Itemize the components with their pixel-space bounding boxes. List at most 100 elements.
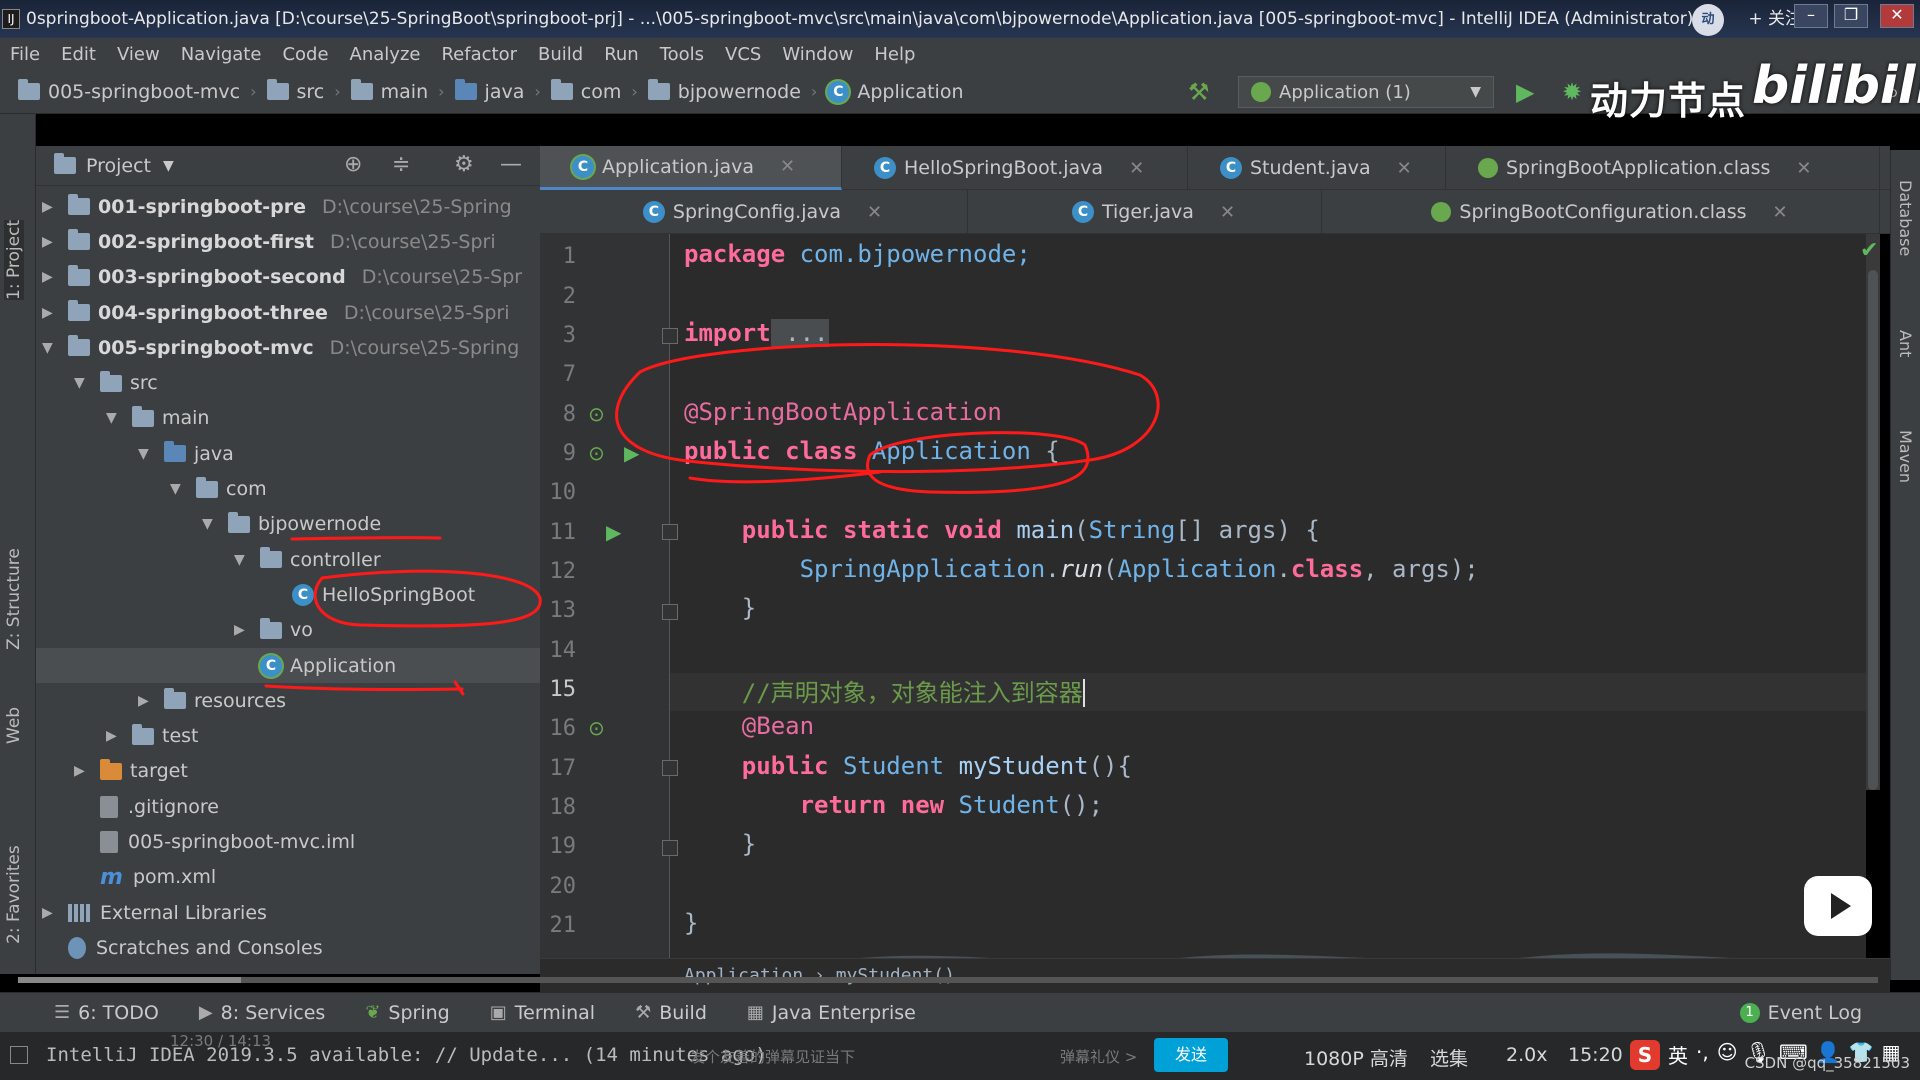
ime-logo[interactable]: S bbox=[1630, 1040, 1660, 1070]
debug-icon[interactable]: ✹ bbox=[1562, 78, 1582, 106]
gear-icon[interactable]: ⚙ bbox=[454, 152, 474, 177]
minimize-button[interactable]: – bbox=[1794, 4, 1828, 28]
tree-item[interactable]: m pom.xml bbox=[36, 860, 540, 895]
menu-edit[interactable]: Edit bbox=[61, 44, 96, 65]
code-editor[interactable] bbox=[670, 234, 1866, 958]
tree-item[interactable]: ▶ vo bbox=[36, 613, 540, 648]
tab-hellospringboot-java[interactable]: C HelloSpringBoot.java ✕ bbox=[842, 146, 1188, 190]
tool-tab-maven[interactable]: Maven bbox=[1896, 430, 1915, 483]
tool-tab-structure[interactable]: Z: Structure bbox=[4, 548, 24, 650]
run-icon[interactable]: ▶ bbox=[606, 520, 621, 544]
spring-bean-icon[interactable]: ⊙ bbox=[588, 441, 605, 465]
tool-tab-ant[interactable]: Ant bbox=[1896, 330, 1915, 357]
danmaku-input[interactable]: 发个友善的弹幕见证当下 bbox=[690, 1046, 855, 1067]
tree-item[interactable]: ▼ controller bbox=[36, 542, 540, 577]
menu-window[interactable]: Window bbox=[782, 44, 853, 65]
menu-tools[interactable]: Tools bbox=[660, 44, 704, 65]
tree-item[interactable]: ▶ 001-springboot-pre D:\course\25-Spring bbox=[36, 189, 540, 224]
menu-code[interactable]: Code bbox=[282, 44, 328, 65]
tree-item[interactable]: ▶ 003-springboot-second D:\course\25-Spr bbox=[36, 260, 540, 295]
tool-spring[interactable]: ❦ Spring bbox=[365, 1002, 449, 1024]
tree-item[interactable]: 005-springboot-mvc.iml bbox=[36, 824, 540, 859]
tool-terminal[interactable]: ▣ Terminal bbox=[490, 1002, 595, 1024]
tree-item[interactable]: ▼ bjpowernode bbox=[36, 507, 540, 542]
tool-tab-favorites[interactable]: 2: Favorites bbox=[4, 845, 24, 944]
tool-services[interactable]: ▶ 8: Services bbox=[199, 1002, 326, 1024]
fold-collapse-icon[interactable] bbox=[662, 524, 678, 540]
tree-item[interactable]: ▼ src bbox=[36, 365, 540, 400]
menu-analyze[interactable]: Analyze bbox=[350, 44, 421, 65]
tab-springconfig-java[interactable]: C SpringConfig.java ✕ bbox=[540, 190, 968, 234]
send-danmaku-button[interactable]: 发送 bbox=[1154, 1038, 1228, 1072]
emoji-icon[interactable]: ☺ bbox=[1717, 1040, 1738, 1070]
tree-item[interactable]: .gitignore bbox=[36, 789, 540, 824]
run-configuration-select[interactable]: Application (1) ▼ bbox=[1238, 76, 1494, 108]
tool-event-log[interactable]: 1 Event Log bbox=[1739, 993, 1862, 1033]
tool-tab-web[interactable]: Web bbox=[4, 707, 24, 744]
fold-collapse-icon[interactable] bbox=[662, 760, 678, 776]
tab-tiger-java[interactable]: C Tiger.java ✕ bbox=[968, 190, 1322, 234]
tree-item[interactable]: ▼ java bbox=[36, 436, 540, 471]
episodes-button[interactable]: 选集 bbox=[1430, 1044, 1468, 1071]
run-icon[interactable]: ▶ bbox=[624, 441, 639, 465]
close-window-button[interactable]: ✕ bbox=[1880, 4, 1914, 28]
editor-scrollbar-thumb[interactable] bbox=[1868, 270, 1878, 790]
menu-file[interactable]: File bbox=[10, 44, 40, 65]
menu-refactor[interactable]: Refactor bbox=[441, 44, 517, 65]
tree-item[interactable]: ▼ main bbox=[36, 401, 540, 436]
chevron-down-icon[interactable]: ▼ bbox=[163, 158, 174, 174]
maximize-button[interactable]: ❐ bbox=[1834, 4, 1868, 28]
tree-item[interactable]: ▶ 004-springboot-three D:\course\25-Spri bbox=[36, 295, 540, 330]
tree-item[interactable]: ▼ com bbox=[36, 471, 540, 506]
tree-item[interactable]: ▼ 005-springboot-mvc D:\course\25-Spring bbox=[36, 330, 540, 365]
tree-item[interactable]: Scratches and Consoles bbox=[36, 930, 540, 965]
speed-select[interactable]: 2.0x bbox=[1506, 1044, 1547, 1066]
menu-run[interactable]: Run bbox=[604, 44, 639, 65]
danmaku-etiquette-link[interactable]: 弹幕礼仪 > bbox=[1060, 1046, 1137, 1067]
fold-collapse-icon[interactable] bbox=[662, 840, 678, 856]
status-toggle-icon[interactable] bbox=[10, 1046, 28, 1064]
breadcrumb-module[interactable]: 005-springboot-mvc › bbox=[18, 79, 267, 103]
editor-breadcrumb[interactable]: Application › myStudent() bbox=[540, 958, 1890, 992]
fold-expand-icon[interactable] bbox=[662, 328, 678, 344]
menu-vcs[interactable]: VCS bbox=[725, 44, 761, 65]
breadcrumb-java[interactable]: java › bbox=[454, 79, 551, 103]
tab-student-java[interactable]: C Student.java ✕ bbox=[1188, 146, 1446, 190]
run-icon[interactable]: ▶ bbox=[1516, 78, 1534, 106]
breadcrumb-main[interactable]: main › bbox=[350, 79, 455, 103]
video-progress-bar[interactable] bbox=[18, 977, 1878, 983]
tab-application-java[interactable]: C Application.java ✕ bbox=[540, 146, 842, 190]
tab-springbootconfiguration-class[interactable]: SpringBootConfiguration.class ✕ bbox=[1322, 190, 1880, 234]
spring-bean-search-icon[interactable]: ⊙ bbox=[588, 402, 605, 426]
collapse-all-icon[interactable]: ≑ bbox=[392, 152, 410, 177]
tab-springbootapplication-class[interactable]: SpringBootApplication.class ✕ bbox=[1446, 146, 1880, 190]
hammer-build-icon[interactable]: ⚒ bbox=[1188, 78, 1210, 106]
breadcrumb-com[interactable]: com › bbox=[550, 79, 648, 103]
tree-item[interactable]: ▶ External Libraries bbox=[36, 895, 540, 930]
tree-item[interactable]: ▶ 002-springboot-first D:\course\25-Spri bbox=[36, 224, 540, 259]
spring-bean-icon[interactable]: ⊙ bbox=[588, 716, 605, 740]
status-message[interactable]: IntelliJ IDEA 2019.3.5 available: // Upd… bbox=[46, 1044, 767, 1066]
avatar[interactable]: 动 bbox=[1692, 4, 1724, 36]
project-view-select[interactable]: Project bbox=[86, 155, 151, 177]
menu-build[interactable]: Build bbox=[538, 44, 583, 65]
tool-build[interactable]: ⚒ Build bbox=[635, 1002, 707, 1024]
tool-todo[interactable]: ☰ 6: TODO bbox=[54, 1002, 159, 1024]
video-play-button[interactable] bbox=[1804, 876, 1872, 936]
hide-icon[interactable]: — bbox=[500, 152, 522, 177]
breadcrumb-src[interactable]: src › bbox=[266, 79, 351, 103]
fold-collapse-icon[interactable] bbox=[662, 604, 678, 620]
locate-icon[interactable]: ⊕ bbox=[344, 152, 362, 177]
tree-item[interactable]: ▶ resources bbox=[36, 683, 540, 718]
tree-item[interactable]: C HelloSpringBoot bbox=[36, 577, 540, 612]
menu-view[interactable]: View bbox=[117, 44, 160, 65]
breadcrumb-application[interactable]: C Application bbox=[827, 80, 964, 103]
tool-tab-project[interactable]: 1: Project bbox=[4, 219, 24, 300]
tree-item-selected[interactable]: C Application bbox=[36, 647, 540, 684]
tool-java-enterprise[interactable]: ▦ Java Enterprise bbox=[747, 1002, 916, 1024]
tree-item[interactable]: ▶ target bbox=[36, 754, 540, 789]
menu-navigate[interactable]: Navigate bbox=[181, 44, 262, 65]
punctuation-icon[interactable]: ·, bbox=[1696, 1040, 1709, 1070]
tree-item[interactable]: ▶ test bbox=[36, 718, 540, 753]
tool-tab-database[interactable]: Database bbox=[1896, 180, 1915, 256]
